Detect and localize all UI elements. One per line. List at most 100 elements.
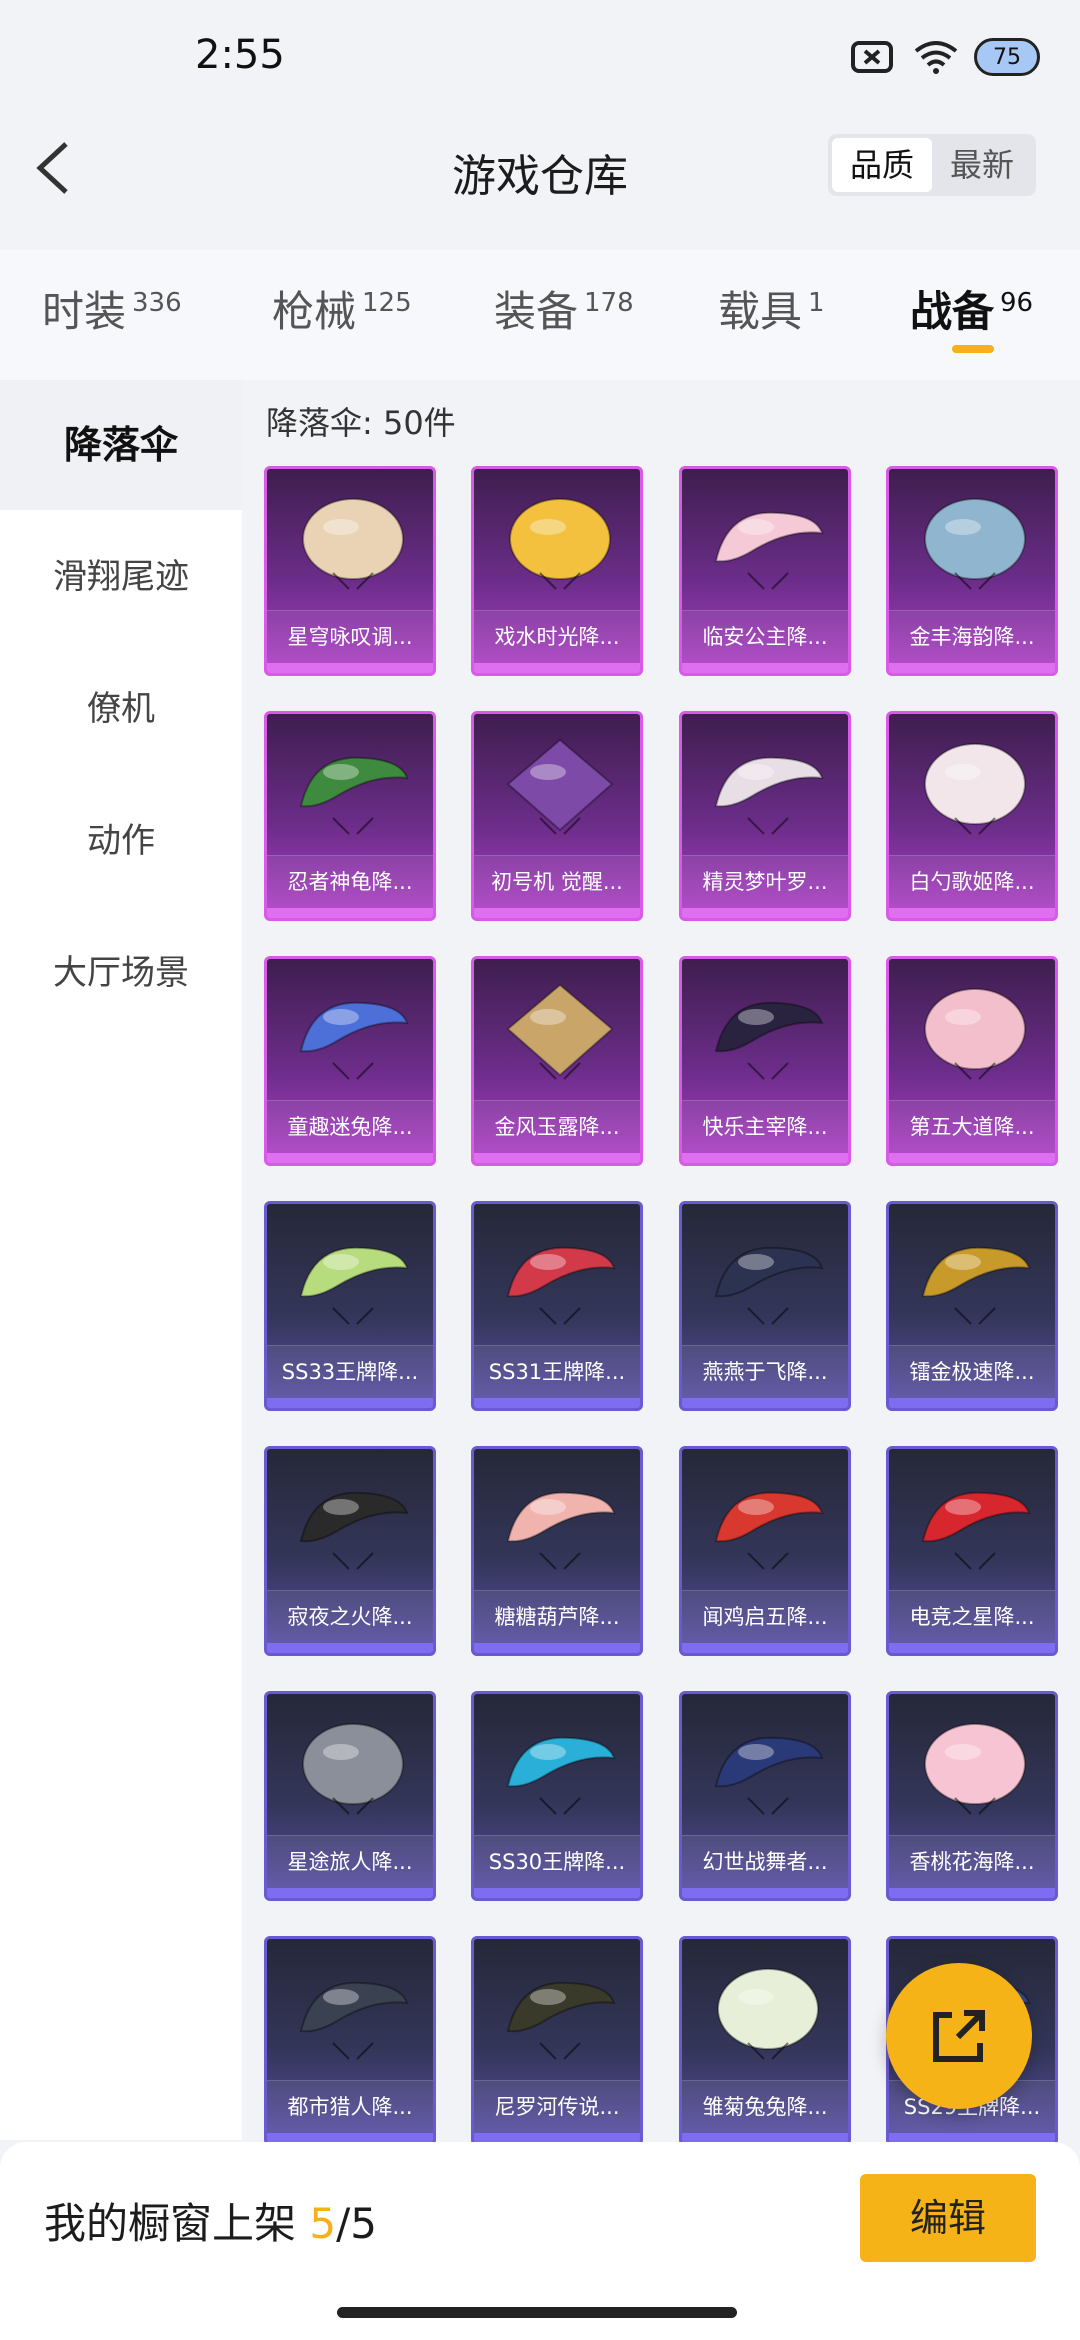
parachute-icon — [714, 511, 824, 590]
item-card[interactable]: 忍者神龟降... — [264, 711, 436, 921]
parachute-icon — [921, 1491, 1031, 1570]
share-icon — [933, 2010, 985, 2062]
item-name: 白勺歌姬降... — [889, 855, 1055, 908]
item-card[interactable]: 燕燕于飞降... — [679, 1201, 851, 1411]
item-card[interactable]: 尼罗河传说... — [471, 1936, 643, 2146]
parachute-icon — [509, 498, 611, 590]
tab-readiness[interactable]: 战备 96 — [910, 278, 1033, 339]
item-name: 童趣迷兔降... — [267, 1100, 433, 1153]
item-name: 精灵梦叶罗... — [682, 855, 848, 908]
item-card[interactable]: 雏菊兔兔降... — [679, 1936, 851, 2146]
section-heading: 降落伞: 50件 — [266, 404, 456, 442]
item-name: 戏水时光降... — [474, 610, 640, 663]
item-card[interactable]: 童趣迷兔降... — [264, 956, 436, 1166]
item-card[interactable]: 电竞之星降... — [886, 1446, 1058, 1656]
item-card[interactable]: 星穹咏叹调... — [264, 466, 436, 676]
tier-strip — [474, 908, 640, 918]
item-name: SS33王牌降... — [267, 1345, 433, 1398]
item-card[interactable]: 糖糖葫芦降... — [471, 1446, 643, 1656]
item-card[interactable]: 临安公主降... — [679, 466, 851, 676]
item-card[interactable]: 星途旅人降... — [264, 1691, 436, 1901]
parachute-icon — [924, 1723, 1026, 1815]
item-card[interactable]: 都市猎人降... — [264, 1936, 436, 2146]
item-name: 幻世战舞者... — [682, 1835, 848, 1888]
tab-label: 战备 — [910, 287, 995, 336]
sidebar-item-glide-trail[interactable]: 滑翔尾迹 — [0, 512, 242, 642]
item-name: 闻鸡启五降... — [682, 1590, 848, 1643]
item-name: 糖糖葫芦降... — [474, 1590, 640, 1643]
home-indicator — [337, 2307, 737, 2318]
item-card[interactable]: 初号机 觉醒... — [471, 711, 643, 921]
tier-strip — [889, 1398, 1055, 1408]
edit-button[interactable]: 编辑 — [860, 2174, 1036, 2262]
showcase-total: /5 — [336, 2199, 377, 2248]
sort-newest-button[interactable]: 最新 — [932, 138, 1032, 192]
item-card[interactable]: SS31王牌降... — [471, 1201, 643, 1411]
item-card[interactable]: 白勺歌姬降... — [886, 711, 1058, 921]
item-card[interactable]: 金风玉露降... — [471, 956, 643, 1166]
item-card[interactable]: 闻鸡启五降... — [679, 1446, 851, 1656]
parachute-icon — [924, 498, 1026, 590]
tier-strip — [474, 663, 640, 673]
parachute-icon — [506, 1491, 616, 1570]
item-name: 电竞之星降... — [889, 1590, 1055, 1643]
item-card[interactable]: 幻世战舞者... — [679, 1691, 851, 1901]
tier-strip — [682, 1398, 848, 1408]
tier-strip — [889, 1888, 1055, 1898]
tier-strip — [267, 1888, 433, 1898]
item-name: 尼罗河传说... — [474, 2080, 640, 2133]
sidebar-item-lobby-scene[interactable]: 大厅场景 — [0, 908, 242, 1038]
tab-equipment[interactable]: 装备 178 — [494, 278, 634, 339]
share-button[interactable] — [886, 1963, 1032, 2109]
tab-active-indicator — [952, 345, 994, 353]
notification-muted-icon — [850, 39, 894, 75]
item-card[interactable]: SS33王牌降... — [264, 1201, 436, 1411]
item-card[interactable]: 镭金极速降... — [886, 1201, 1058, 1411]
item-card[interactable]: 金丰海韵降... — [886, 466, 1058, 676]
item-card[interactable]: 快乐主宰降... — [679, 956, 851, 1166]
item-name: 星穹咏叹调... — [267, 610, 433, 663]
tab-fashion[interactable]: 时装 336 — [42, 278, 182, 339]
category-tabs: 时装 336 枪械 125 装备 178 载具 1 战备 96 — [0, 250, 1080, 380]
item-card[interactable]: SS30王牌降... — [471, 1691, 643, 1901]
parachute-icon — [714, 1001, 824, 1080]
item-name: SS30王牌降... — [474, 1835, 640, 1888]
top-header: 游戏仓库 品质 最新 — [0, 120, 1080, 220]
tab-count: 96 — [1000, 288, 1034, 318]
item-name: 燕燕于飞降... — [682, 1345, 848, 1398]
item-name: 镭金极速降... — [889, 1345, 1055, 1398]
battery-icon: 75 — [974, 38, 1040, 76]
showcase-label: 我的橱窗上架 — [44, 2199, 310, 2248]
item-name: 快乐主宰降... — [682, 1100, 848, 1153]
parachute-icon — [506, 1246, 616, 1325]
sort-quality-button[interactable]: 品质 — [831, 138, 932, 192]
tier-strip — [267, 1643, 433, 1653]
tab-label: 枪械 — [272, 287, 357, 336]
item-name: 第五大道降... — [889, 1100, 1055, 1153]
tab-weapons[interactable]: 枪械 125 — [272, 278, 412, 339]
parachute-icon — [299, 756, 409, 835]
item-name: 临安公主降... — [682, 610, 848, 663]
tier-strip — [267, 908, 433, 918]
item-name: 香桃花海降... — [889, 1835, 1055, 1888]
tier-strip — [267, 1398, 433, 1408]
tab-vehicles[interactable]: 载具 1 — [718, 278, 825, 339]
item-name: 忍者神龟降... — [267, 855, 433, 908]
item-card[interactable]: 香桃花海降... — [886, 1691, 1058, 1901]
parachute-icon — [714, 1491, 824, 1570]
parachute-icon — [506, 983, 614, 1080]
parachute-icon — [924, 988, 1026, 1080]
item-card[interactable]: 第五大道降... — [886, 956, 1058, 1166]
item-name: 金风玉露降... — [474, 1100, 640, 1153]
sidebar-item-parachute[interactable]: 降落伞 — [0, 380, 242, 510]
parachute-icon — [714, 1246, 824, 1325]
sidebar-item-emote[interactable]: 动作 — [0, 776, 242, 906]
item-card[interactable]: 戏水时光降... — [471, 466, 643, 676]
item-name: 雏菊兔兔降... — [682, 2080, 848, 2133]
item-card[interactable]: 寂夜之火降... — [264, 1446, 436, 1656]
tab-count: 178 — [584, 288, 634, 318]
sidebar-item-wingman[interactable]: 僚机 — [0, 644, 242, 774]
tab-label: 时装 — [42, 287, 127, 336]
item-name: SS31王牌降... — [474, 1345, 640, 1398]
item-card[interactable]: 精灵梦叶罗... — [679, 711, 851, 921]
